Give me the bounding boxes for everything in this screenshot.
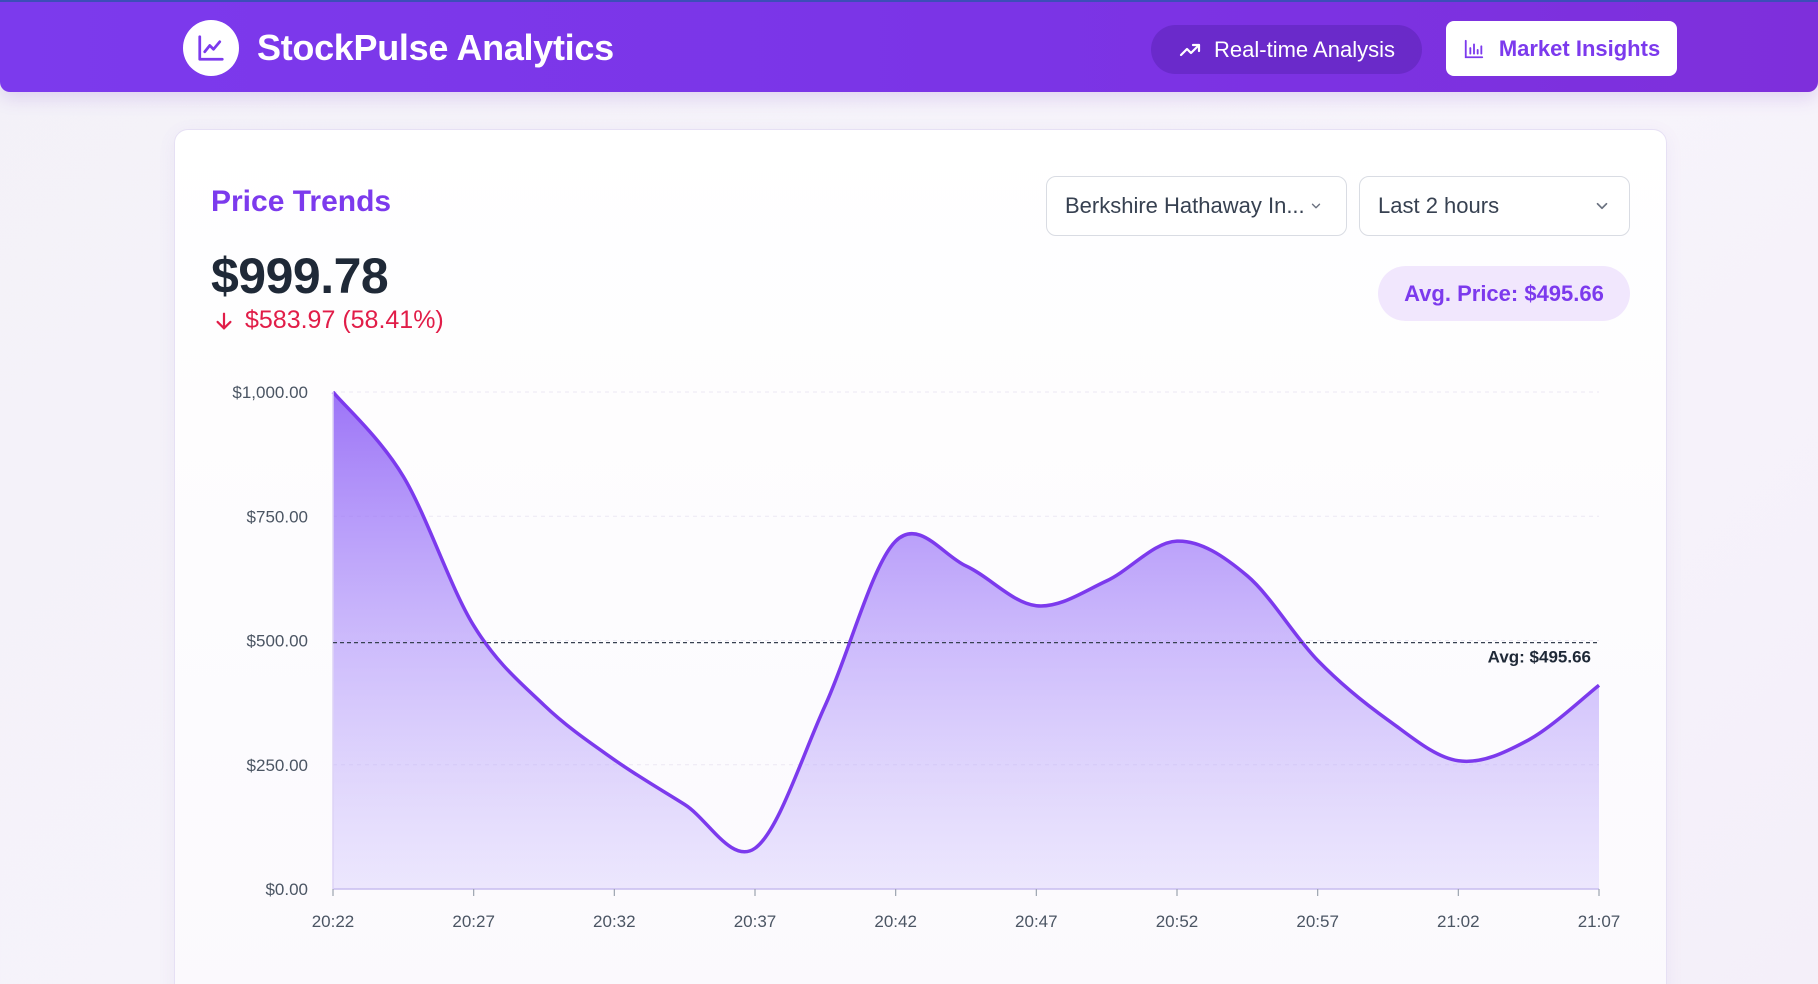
bar-chart-icon bbox=[1464, 39, 1483, 58]
y-tick-label: $250.00 bbox=[247, 756, 308, 775]
x-tick-label: 20:37 bbox=[734, 912, 777, 931]
x-tick-label: 20:22 bbox=[312, 912, 355, 931]
y-tick-label: $0.00 bbox=[265, 880, 308, 899]
price-trends-card: Price Trends $999.78 $583.97 (58.41%) Be… bbox=[174, 129, 1667, 984]
y-tick-label: $750.00 bbox=[247, 507, 308, 526]
y-tick-label: $500.00 bbox=[247, 632, 308, 651]
app-title: StockPulse Analytics bbox=[257, 27, 614, 68]
brand: StockPulse Analytics bbox=[183, 20, 614, 76]
line-chart-icon bbox=[183, 20, 239, 76]
average-line-label: Avg: $495.66 bbox=[1488, 648, 1591, 667]
price-chart: $0.00 $250.00 $500.00 $750.00 $1,000.00 20:22… bbox=[232, 383, 1621, 931]
realtime-analysis-button[interactable]: Real-time Analysis bbox=[1151, 25, 1422, 74]
x-tick-label: 20:57 bbox=[1296, 912, 1339, 931]
x-tick-label: 21:02 bbox=[1437, 912, 1480, 931]
x-tick-label: 20:52 bbox=[1156, 912, 1199, 931]
app-header: StockPulse Analytics Real-time Analysis … bbox=[0, 2, 1818, 92]
x-tick-label: 20:27 bbox=[452, 912, 495, 931]
x-tick-label: 20:47 bbox=[1015, 912, 1058, 931]
market-insights-button[interactable]: Market Insights bbox=[1446, 21, 1677, 76]
realtime-analysis-label: Real-time Analysis bbox=[1214, 36, 1395, 62]
market-insights-label: Market Insights bbox=[1498, 35, 1661, 61]
price-area-fill bbox=[333, 392, 1599, 889]
x-tick-label: 21:07 bbox=[1578, 912, 1621, 931]
x-tick-label: 20:42 bbox=[874, 912, 917, 931]
x-tick-label: 20:32 bbox=[593, 912, 636, 931]
y-tick-label: $1,000.00 bbox=[232, 383, 308, 402]
trending-up-icon bbox=[1179, 43, 1201, 56]
